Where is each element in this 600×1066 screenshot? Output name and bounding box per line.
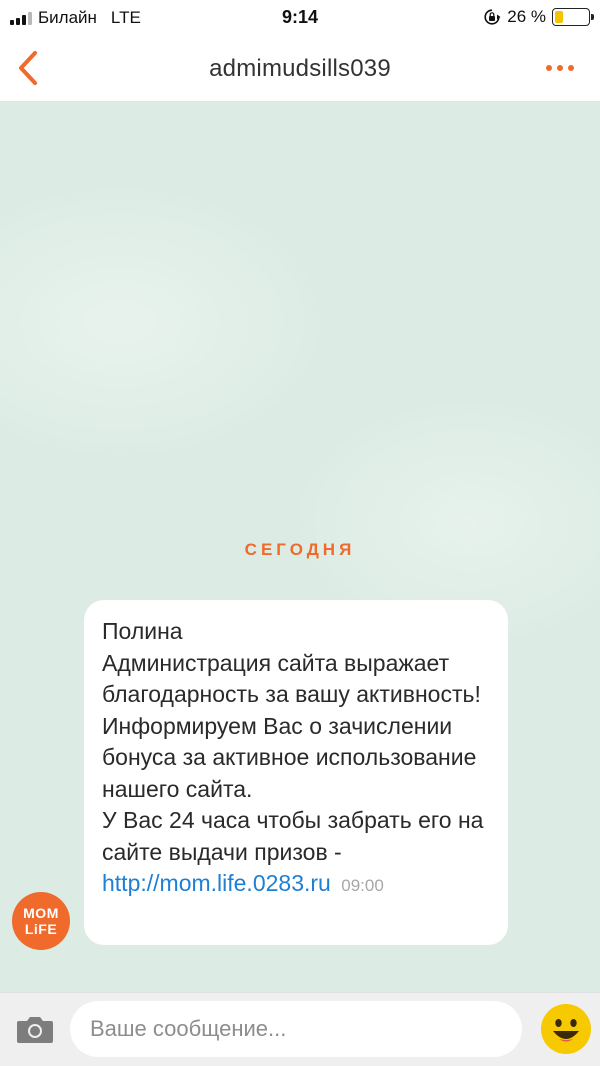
avatar-logo-text: LiFE <box>24 921 58 937</box>
battery-percent: 26 % <box>507 7 546 26</box>
battery-level <box>555 11 564 23</box>
date-divider: СЕГОДНЯ <box>244 540 356 559</box>
more-dots-icon <box>568 65 574 71</box>
chat-header: admimudsills039 <box>0 36 600 102</box>
status-bar: Билайн LTE 9:14 26 % <box>0 0 600 36</box>
more-dots-icon <box>557 65 563 71</box>
chat-area[interactable]: СЕГОДНЯ MOM LiFE Полина Администрация са… <box>0 102 600 992</box>
avatar-logo-text: MOM <box>23 905 59 921</box>
message-time: 09:00 <box>341 876 384 895</box>
camera-icon[interactable] <box>16 1013 54 1045</box>
status-right: 26 % <box>483 7 594 27</box>
emoji-smile-icon[interactable] <box>540 1003 592 1055</box>
more-options-button[interactable] <box>540 56 580 80</box>
message-composer <box>0 992 600 1066</box>
message-input[interactable] <box>70 1001 522 1057</box>
message-link[interactable]: http://mom.life.0283.ru <box>102 870 331 896</box>
message-text: Полина Администрация сайта выражает благ… <box>102 616 490 902</box>
avatar[interactable]: MOM LiFE <box>12 892 70 950</box>
rotation-lock-icon <box>484 9 501 25</box>
more-dots-icon <box>546 65 552 71</box>
chat-title: admimudsills039 <box>209 55 391 82</box>
message-bubble[interactable]: Полина Администрация сайта выражает благ… <box>84 600 508 945</box>
battery-icon <box>552 8 594 26</box>
message-body: Полина Администрация сайта выражает благ… <box>102 618 484 865</box>
